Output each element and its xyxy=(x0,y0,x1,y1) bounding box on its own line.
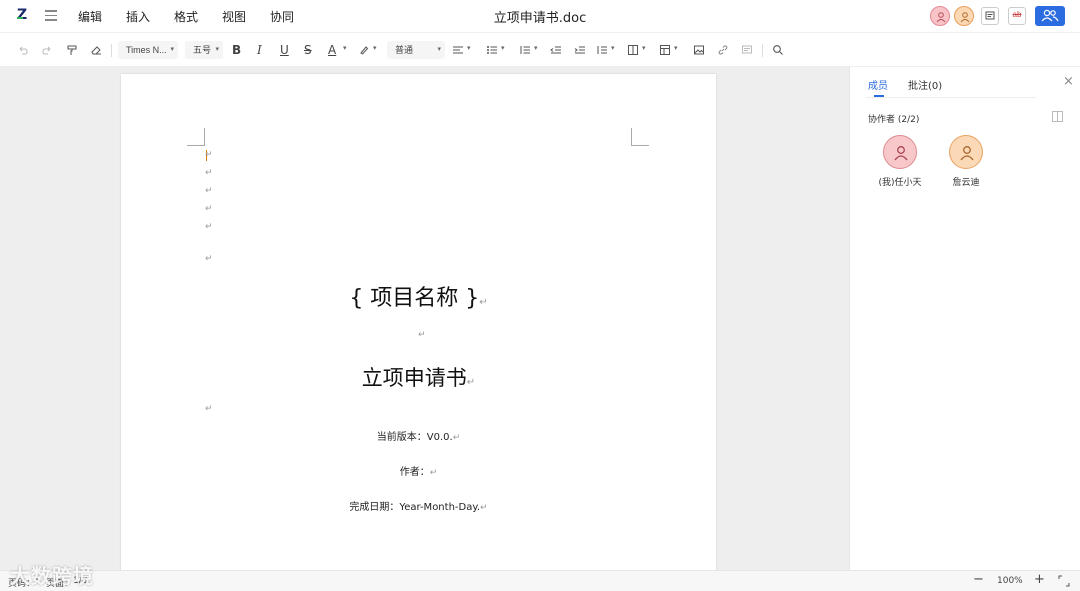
app-logo[interactable]: Z xyxy=(15,7,31,24)
bullet-list-icon[interactable] xyxy=(486,44,498,56)
collaborators-count-label: 协作者 (2/2) xyxy=(868,115,920,125)
eraser-icon[interactable] xyxy=(90,44,102,56)
underline-button[interactable]: U xyxy=(280,43,289,57)
date-text: 完成日期：Year-Month-Day. xyxy=(349,502,481,513)
member-avatar xyxy=(883,135,917,169)
share-members-button[interactable] xyxy=(1035,6,1065,26)
border-icon[interactable] xyxy=(627,44,639,56)
zoom-out-button[interactable]: − xyxy=(973,572,984,587)
zoom-in-button[interactable]: + xyxy=(1034,572,1045,587)
member-name: 詹云迪 xyxy=(952,178,980,188)
bold-button[interactable]: B xyxy=(232,43,241,57)
tab-members[interactable]: 成员 xyxy=(868,77,888,92)
search-icon[interactable] xyxy=(772,44,784,56)
tab-comments[interactable]: 批注(0) xyxy=(908,77,942,92)
document-heading[interactable]: 立项申请书↵ xyxy=(121,362,716,392)
date-line[interactable]: 完成日期：Year-Month-Day.↵ xyxy=(121,498,716,513)
menu-format[interactable]: 格式 xyxy=(174,8,198,25)
collaborator-avatar-1[interactable] xyxy=(930,6,950,26)
paragraph-style-select[interactable]: 普通 ▾ xyxy=(387,41,445,59)
menu-insert[interactable]: 插入 xyxy=(126,8,150,25)
watermark-logo: 大数跨境 xyxy=(10,560,94,589)
watermark-text: 大数跨境 xyxy=(10,564,94,588)
redo-icon[interactable] xyxy=(41,44,53,56)
member-name: (我)任小天 xyxy=(878,178,922,188)
image-icon[interactable] xyxy=(693,44,705,56)
strikethrough-button[interactable]: S xyxy=(304,43,312,57)
document-heading-text: 立项申请书 xyxy=(361,366,467,390)
font-color-button[interactable]: A xyxy=(328,43,336,57)
comment-insert-icon[interactable] xyxy=(741,44,753,56)
members-panel: 成员 批注(0) × 协作者 (2/2) (我)任小天 詹云迪 xyxy=(849,67,1080,570)
zoom-level[interactable]: 100% xyxy=(997,576,1023,586)
collaborator-avatar-2[interactable] xyxy=(954,6,974,26)
decrease-indent-icon[interactable] xyxy=(550,44,562,56)
comment-icon[interactable] xyxy=(981,7,999,25)
link-icon[interactable] xyxy=(717,44,729,56)
align-left-icon[interactable] xyxy=(452,44,464,56)
app-logo-letter: Z xyxy=(17,7,28,23)
undo-icon[interactable] xyxy=(17,44,29,56)
italic-button[interactable]: I xyxy=(257,43,262,57)
highlight-icon[interactable] xyxy=(358,44,370,56)
font-size-value: 五号 xyxy=(193,45,212,55)
increase-indent-icon[interactable] xyxy=(574,44,586,56)
menu-view[interactable]: 视图 xyxy=(222,8,246,25)
track-changes-button[interactable]: ab xyxy=(1008,7,1026,25)
version-text: 当前版本：V0.0. xyxy=(376,432,453,443)
font-family-value: Times N... xyxy=(126,45,167,55)
font-size-select[interactable]: 五号 ▾ xyxy=(185,41,223,59)
author-line[interactable]: 作者：↵ xyxy=(121,463,716,478)
fullscreen-icon[interactable] xyxy=(1058,575,1070,587)
track-changes-label: ab xyxy=(1012,10,1022,19)
font-family-select[interactable]: Times N... ▾ xyxy=(118,41,178,59)
document-page[interactable]: ↵ ↵ ↵ ↵ ↵ ↵ { 项目名称 }↵ ↵ 立项申请书↵ ↵ 当前版本：V0… xyxy=(121,74,716,570)
project-name-heading[interactable]: { 项目名称 }↵ xyxy=(121,280,716,312)
format-toolbar: Times N... ▾ 五号 ▾ B I U S A ▾ ▾ 普通 ▾ ▾ ▾ ▾ … xyxy=(0,32,1080,67)
hamburger-menu-icon[interactable] xyxy=(45,10,57,21)
table-icon[interactable] xyxy=(659,44,671,56)
paragraph-style-value: 普通 xyxy=(395,45,414,55)
menu-collaborate[interactable]: 协同 xyxy=(270,8,294,25)
numbered-list-icon[interactable] xyxy=(519,44,531,56)
member-avatar xyxy=(949,135,983,169)
status-bar: 页码： 1 页面： 1/8 − 100% + xyxy=(0,570,1080,591)
invite-grid-icon[interactable] xyxy=(1052,111,1063,122)
margin-mark-top-right xyxy=(631,128,649,146)
project-name-text: { 项目名称 } xyxy=(349,286,480,311)
document-workspace[interactable]: ↵ ↵ ↵ ↵ ↵ ↵ { 项目名称 }↵ ↵ 立项申请书↵ ↵ 当前版本：V0… xyxy=(0,67,849,570)
author-text: 作者： xyxy=(399,467,430,478)
version-line[interactable]: 当前版本：V0.0.↵ xyxy=(121,428,716,443)
close-panel-icon[interactable]: × xyxy=(1063,74,1074,89)
line-spacing-icon[interactable] xyxy=(596,44,608,56)
margin-mark-top-left xyxy=(187,128,205,146)
top-bar: Z 编辑 插入 格式 视图 协同 立项申请书.doc ab xyxy=(0,0,1080,32)
format-painter-icon[interactable] xyxy=(66,44,78,56)
document-title[interactable]: 立项申请书.doc xyxy=(494,11,587,26)
menu-edit[interactable]: 编辑 xyxy=(78,8,102,25)
